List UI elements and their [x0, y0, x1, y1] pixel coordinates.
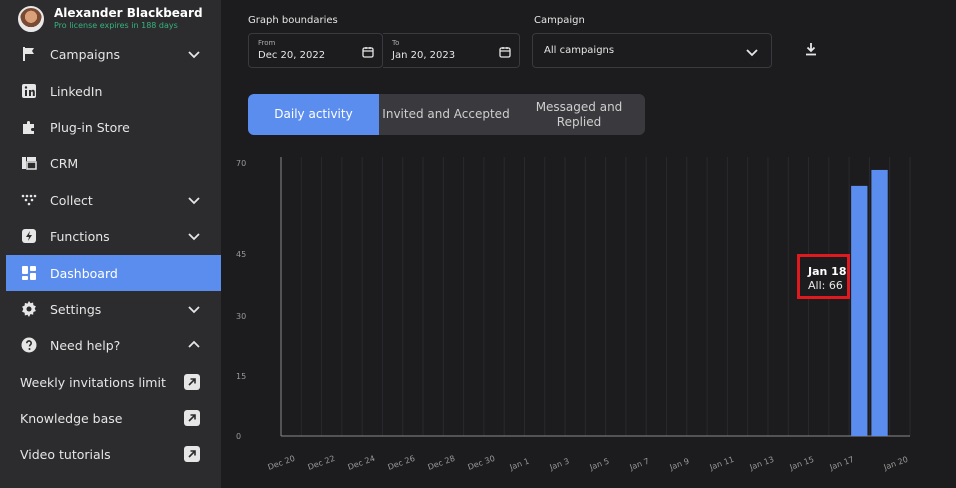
sidebar-item-label: CRM — [50, 155, 79, 171]
to-value: Jan 20, 2023 — [392, 50, 456, 61]
external-link-icon — [184, 374, 200, 390]
collect-icon — [20, 191, 38, 209]
gear-icon — [20, 300, 38, 318]
linkedin-icon — [20, 82, 38, 100]
sidebar-item-label: LinkedIn — [50, 83, 103, 99]
sidebar-item-label: Functions — [50, 228, 110, 244]
sidebar-item-dashboard[interactable]: Dashboard — [6, 255, 221, 291]
chevron-down-icon — [188, 51, 200, 59]
license-status: Pro license expires in 188 days — [54, 21, 178, 30]
x-tick-label: Jan 5 — [588, 457, 611, 473]
help-link-label: Video tutorials — [20, 446, 111, 462]
x-tick-label: Jan 9 — [668, 457, 691, 473]
x-tick-label: Jan 7 — [628, 457, 651, 473]
campaign-select[interactable]: All campaigns — [532, 33, 772, 68]
to-date-field[interactable]: To Jan 20, 2023 — [383, 33, 520, 68]
sidebar-item-label: Need help? — [50, 337, 121, 353]
x-tick-label: Dec 24 — [347, 454, 377, 472]
dashboard-icon — [20, 264, 38, 282]
avatar — [18, 6, 44, 32]
app-window: Alexander Blackbeard Pro license expires… — [0, 0, 956, 488]
chevron-down-icon — [188, 306, 200, 314]
x-tick-label: Jan 11 — [708, 455, 736, 472]
flag-icon — [20, 45, 38, 63]
daily-activity-chart: 70 45 30 15 0 Dec 20 Dec 22 Dec 24 Dec 26 Dec 28 D… — [236, 157, 911, 473]
x-tick-label: Jan 15 — [788, 455, 816, 472]
x-tick-label: Jan 17 — [828, 455, 856, 472]
chart-tabs: Daily activity Invited and Accepted Mess… — [248, 94, 645, 135]
download-icon[interactable] — [804, 42, 818, 56]
puzzle-icon — [20, 118, 38, 136]
tooltip-value: All: 66 — [808, 279, 843, 292]
sidebar-item-functions[interactable]: Functions — [6, 218, 221, 254]
sidebar-item-label: Settings — [50, 301, 102, 317]
tab-daily-activity[interactable]: Daily activity — [248, 94, 379, 135]
from-label: From — [258, 39, 276, 47]
sidebar-item-settings[interactable]: Settings — [6, 291, 221, 327]
x-tick-label: Dec 26 — [387, 454, 417, 472]
dashboard-main: Graph boundaries From Dec 20, 2022 To Ja… — [221, 0, 956, 488]
chevron-down-icon — [188, 197, 200, 205]
sidebar-item-linkedin[interactable]: LinkedIn — [6, 73, 221, 109]
x-tick-label: Dec 30 — [467, 454, 497, 472]
y-tick-label: 30 — [236, 312, 246, 321]
x-tick-label: Jan 1 — [508, 457, 531, 473]
user-name: Alexander Blackbeard — [54, 6, 203, 20]
external-link-icon — [184, 410, 200, 426]
calendar-icon[interactable] — [362, 46, 374, 58]
crm-icon — [20, 154, 38, 172]
y-tick-label: 15 — [236, 372, 246, 381]
help-link-video-tutorials[interactable]: Video tutorials — [6, 436, 221, 472]
sidebar: Alexander Blackbeard Pro license expires… — [0, 0, 221, 488]
tab-messaged-replied[interactable]: Messaged and Replied — [513, 94, 645, 135]
help-link-knowledge-base[interactable]: Knowledge base — [6, 400, 221, 436]
x-tick-label: Dec 20 — [267, 454, 297, 472]
help-link-label: Weekly invitations limit — [20, 374, 166, 390]
user-profile[interactable]: Alexander Blackbeard Pro license expires… — [8, 2, 218, 34]
sidebar-item-collect[interactable]: Collect — [6, 182, 221, 218]
calendar-icon[interactable] — [499, 46, 511, 58]
from-date-field[interactable]: From Dec 20, 2022 — [248, 33, 383, 68]
sidebar-item-need-help[interactable]: Need help? — [6, 327, 221, 363]
chart-bar[interactable] — [871, 169, 888, 436]
x-tick-label: Jan 20 — [882, 455, 910, 472]
lightning-icon — [20, 227, 38, 245]
graph-boundaries-label: Graph boundaries — [248, 15, 338, 26]
external-link-icon — [184, 446, 200, 462]
chart-tooltip: Jan 18 All: 66 — [797, 254, 850, 299]
chevron-up-icon — [188, 340, 200, 348]
sidebar-item-crm[interactable]: CRM — [6, 145, 221, 181]
tooltip-date: Jan 18 — [808, 265, 847, 278]
chevron-down-icon — [746, 49, 758, 57]
y-tick-label: 70 — [236, 159, 246, 168]
x-tick-label: Dec 28 — [427, 454, 457, 472]
sidebar-item-label: Campaigns — [50, 46, 121, 62]
help-link-weekly-limit[interactable]: Weekly invitations limit — [6, 364, 221, 400]
tab-invited-accepted[interactable]: Invited and Accepted — [379, 94, 513, 135]
to-label: To — [392, 39, 400, 47]
campaign-value: All campaigns — [544, 45, 615, 56]
sidebar-item-campaigns[interactable]: Campaigns — [6, 36, 221, 72]
y-tick-label: 45 — [236, 250, 246, 259]
from-value: Dec 20, 2022 — [258, 50, 326, 61]
sidebar-item-label: Collect — [50, 192, 93, 208]
x-tick-label: Dec 22 — [307, 454, 337, 472]
chevron-down-icon — [188, 233, 200, 241]
sidebar-item-label: Dashboard — [50, 265, 118, 281]
x-tick-label: Jan 3 — [548, 457, 571, 473]
chart-bar[interactable] — [851, 185, 868, 436]
help-link-label: Knowledge base — [20, 410, 123, 426]
x-tick-label: Jan 13 — [748, 455, 776, 472]
y-tick-label: 0 — [236, 432, 241, 441]
sidebar-item-plugin-store[interactable]: Plug-in Store — [6, 109, 221, 145]
campaign-label: Campaign — [534, 15, 585, 26]
help-icon — [20, 336, 38, 354]
sidebar-item-label: Plug-in Store — [50, 119, 130, 135]
